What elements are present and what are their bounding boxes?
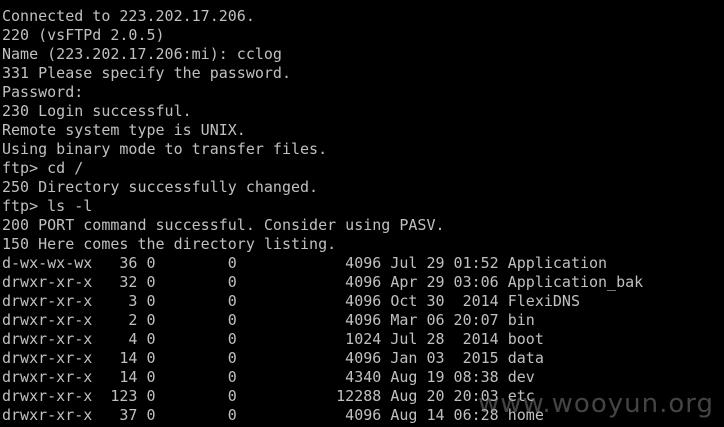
terminal-line: drwxr-xr-x 4 0 0 1024 Jul 28 2014 boot xyxy=(2,330,544,348)
terminal-line: Connected to 223.202.17.206. xyxy=(2,7,255,25)
watermark: www.wooyun.org xyxy=(477,389,714,419)
terminal-line: 150 Here comes the directory listing. xyxy=(2,235,337,253)
terminal-line: Remote system type is UNIX. xyxy=(2,121,246,139)
terminal-line: Password: xyxy=(2,83,84,101)
terminal-line: drwxr-xr-x 32 0 0 4096 Apr 29 03:06 Appl… xyxy=(2,273,644,291)
terminal-line: drwxr-xr-x 3 0 0 4096 Oct 30 2014 FlexiD… xyxy=(2,292,580,310)
terminal-line: ftp> ls -l xyxy=(2,197,93,215)
terminal-line: drwxr-xr-x 2 0 0 4096 Mar 06 20:07 bin xyxy=(2,311,535,329)
terminal-line: drwxr-xr-x 14 0 0 4340 Aug 19 08:38 dev xyxy=(2,368,535,386)
terminal-line: 230 Login successful. xyxy=(2,102,192,120)
terminal-window[interactable]: Connected to 223.202.17.206. 220 (vsFTPd … xyxy=(0,0,724,427)
terminal-line: d-wx-wx-wx 36 0 0 4096 Jul 29 01:52 Appl… xyxy=(2,254,608,272)
terminal-line: Using binary mode to transfer files. xyxy=(2,140,328,158)
terminal-line: Name (223.202.17.206:mi): cclog xyxy=(2,45,282,63)
terminal-line: 200 PORT command successful. Consider us… xyxy=(2,216,445,234)
terminal-line: 250 Directory successfully changed. xyxy=(2,178,319,196)
terminal-output: Connected to 223.202.17.206. 220 (vsFTPd … xyxy=(2,0,722,427)
terminal-line: ftp> cd / xyxy=(2,159,84,177)
terminal-line: 220 (vsFTPd 2.0.5) xyxy=(2,26,165,44)
terminal-line: drwxr-xr-x 14 0 0 4096 Jan 03 2015 data xyxy=(2,349,544,367)
terminal-line: 331 Please specify the password. xyxy=(2,64,291,82)
